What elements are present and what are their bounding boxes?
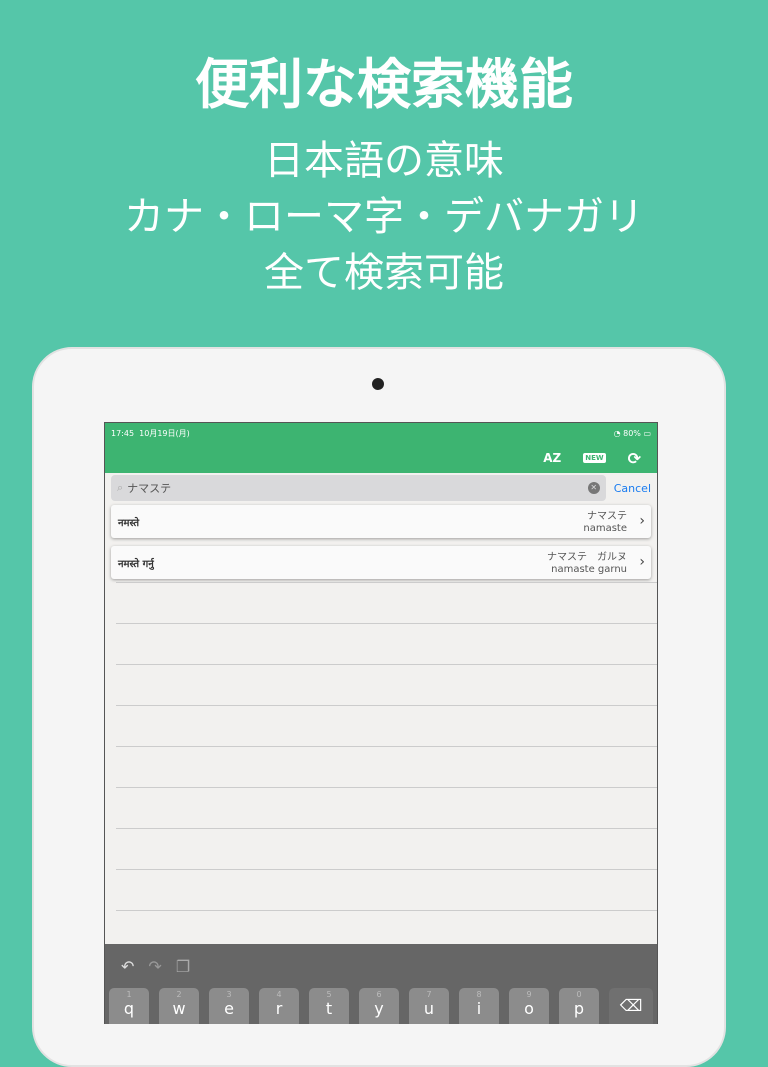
keyboard: ↶ ↷ ❐ 1 q 2 w 3 e 4 r 5 t 6 y 7 u 8 i 9 o 0 p ⌫: [105, 944, 657, 1024]
devanagari: नमस्ते गर्नु: [118, 559, 154, 570]
key-letter: u: [423, 999, 435, 1018]
key-number: 8: [476, 990, 482, 999]
key-t[interactable]: 5t: [309, 988, 349, 1024]
key-number: 0: [576, 990, 582, 999]
divider: [116, 746, 657, 747]
result-row[interactable]: नमस्ते ナマステ namaste ›: [111, 505, 651, 538]
divider: [116, 828, 657, 829]
key-r[interactable]: 4r: [259, 988, 299, 1024]
refresh-icon[interactable]: ⟳: [628, 449, 641, 468]
result-row[interactable]: नमस्ते गर्नु ナマステ ガルヌ namaste garnu ›: [111, 546, 651, 579]
key-p[interactable]: 0p: [559, 988, 599, 1024]
key-q[interactable]: 1q: [109, 988, 149, 1024]
key-letter: y: [374, 999, 384, 1018]
battery-level: 80%: [623, 428, 641, 438]
subline-3: 全て検索可能: [264, 250, 504, 296]
subline-2: カナ・ローマ字・デバナガリ: [124, 194, 644, 240]
search-bar: ⌕ ナマステ ✕ Cancel: [105, 473, 657, 503]
undo-icon[interactable]: ↶: [121, 957, 134, 976]
key-number: 4: [276, 990, 282, 999]
search-input[interactable]: ⌕ ナマステ ✕: [111, 475, 606, 501]
chevron-right-icon: ›: [639, 554, 645, 570]
keyboard-toolbar: ↶ ↷ ❐: [105, 944, 657, 988]
status-date: 10月19日(月): [139, 428, 190, 438]
key-number: 1: [126, 990, 132, 999]
key-i[interactable]: 8i: [459, 988, 499, 1024]
key-number: 5: [326, 990, 332, 999]
key-letter: t: [325, 999, 333, 1018]
romaji: namaste: [583, 523, 627, 534]
nav-bar: AZ NEW ⟳: [105, 443, 657, 473]
key-letter: e: [224, 999, 234, 1018]
key-w[interactable]: 2w: [159, 988, 199, 1024]
key-number: 6: [376, 990, 382, 999]
key-row: 1 q 2 w 3 e 4 r 5 t 6 y 7 u 8 i 9 o 0 p ⌫: [105, 988, 657, 1024]
chevron-right-icon: ›: [639, 513, 645, 529]
divider: [116, 664, 657, 665]
key-o[interactable]: 9o: [509, 988, 549, 1024]
divider: [116, 910, 657, 911]
wifi-icon: ◔: [613, 428, 621, 438]
key-number: 2: [176, 990, 182, 999]
key-letter: q: [123, 999, 135, 1018]
search-value: ナマステ: [127, 482, 172, 495]
kana: ナマステ: [587, 511, 627, 522]
sort-az-icon[interactable]: AZ: [543, 451, 561, 465]
delete-key[interactable]: ⌫: [609, 988, 653, 1024]
romaji: namaste garnu: [551, 564, 627, 575]
key-number: 3: [226, 990, 232, 999]
kana: ナマステ ガルヌ: [547, 552, 627, 563]
headline: 便利な検索機能: [195, 53, 573, 116]
subline-1: 日本語の意味: [264, 138, 504, 184]
devanagari: नमस्ते: [118, 518, 140, 529]
divider: [116, 787, 657, 788]
paste-icon[interactable]: ❐: [176, 957, 190, 976]
battery-icon: ▭: [643, 428, 651, 438]
key-number: 9: [526, 990, 532, 999]
clear-icon[interactable]: ✕: [587, 482, 600, 494]
divider: [116, 623, 657, 624]
app-screen: 17:45 10月19日(月) ◔ 80% ▭ AZ NEW ⟳ ⌕ ナマステ …: [104, 422, 658, 1024]
redo-icon[interactable]: ↷: [148, 957, 161, 976]
key-letter: i: [476, 999, 482, 1018]
divider: [116, 705, 657, 706]
status-bar: 17:45 10月19日(月) ◔ 80% ▭: [105, 423, 657, 443]
divider: [116, 582, 657, 583]
status-time: 17:45: [111, 428, 135, 438]
new-icon[interactable]: NEW: [583, 453, 606, 463]
search-icon: ⌕: [117, 481, 124, 494]
key-letter: r: [275, 999, 283, 1018]
key-letter: o: [524, 999, 534, 1018]
key-e[interactable]: 3e: [209, 988, 249, 1024]
key-number: 7: [426, 990, 432, 999]
key-letter: p: [573, 999, 585, 1018]
key-y[interactable]: 6y: [359, 988, 399, 1024]
camera: [372, 378, 384, 390]
cancel-button[interactable]: Cancel: [614, 482, 651, 495]
key-letter: w: [172, 999, 186, 1018]
key-u[interactable]: 7u: [409, 988, 449, 1024]
divider: [116, 869, 657, 870]
